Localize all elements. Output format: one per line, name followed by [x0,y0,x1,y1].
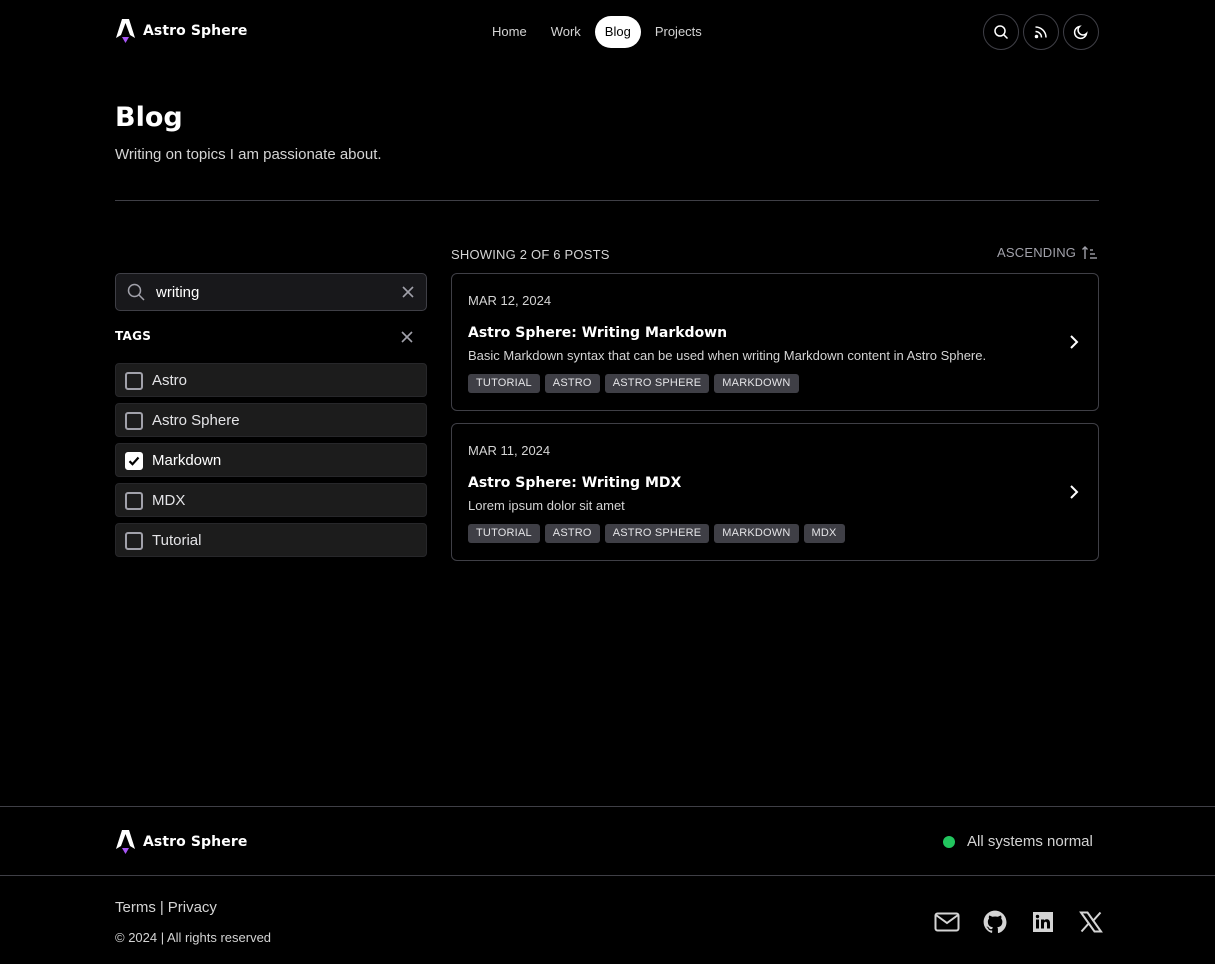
linkedin-icon [1033,912,1053,932]
github-link[interactable] [981,908,1009,936]
tag-list: Astro Astro Sphere Markdown MDX Tutorial [115,363,427,563]
divider [115,200,1099,201]
post-title: Astro Sphere: Writing Markdown [468,325,728,341]
sort-ascending-icon [1082,245,1098,259]
brand-link[interactable]: Astro Sphere [115,18,247,44]
post-summary: Basic Markdown syntax that can be used w… [468,348,987,363]
footer-divider [0,806,1215,807]
site-header: Astro Sphere Home Work Blog Projects [0,0,1215,64]
page-title: Blog [115,102,183,133]
checkbox[interactable] [125,372,143,390]
footer-links: Terms | Privacy [115,899,217,916]
tags-heading: TAGS [115,329,152,343]
post-card[interactable]: MAR 11, 2024 Astro Sphere: Writing MDX L… [451,423,1099,561]
linkedin-link[interactable] [1029,908,1057,936]
mail-icon [934,912,960,932]
astro-logo-icon [115,829,136,855]
tag-label: MDX [152,492,186,509]
tag-filter-tutorial[interactable]: Tutorial [115,523,427,557]
search-icon [994,25,1009,40]
social-links [933,908,1105,936]
post-tag: MARKDOWN [714,524,799,543]
page-subtitle: Writing on topics I am passionate about. [115,146,382,163]
footer-divider [0,875,1215,876]
tag-filter-markdown[interactable]: Markdown [115,443,427,477]
main-nav: Home Work Blog Projects [482,16,712,48]
footer-brand-name: Astro Sphere [143,834,248,850]
nav-projects[interactable]: Projects [645,16,712,48]
terms-link[interactable]: Terms [115,899,156,916]
post-date: MAR 12, 2024 [468,293,552,308]
results-count: SHOWING 2 OF 6 POSTS [451,247,610,262]
status-dot-icon [943,835,955,848]
status-text: All systems normal [967,833,1093,850]
close-icon [402,286,414,298]
chevron-right-icon [1070,335,1079,349]
search-input[interactable] [156,274,386,310]
post-tag: ASTRO [544,374,600,393]
copyright: © 2024 | All rights reserved [115,930,272,945]
post-tag: ASTRO SPHERE [604,524,710,543]
github-icon [983,910,1007,934]
clear-tags-button[interactable] [399,329,415,350]
tag-label: Astro [152,372,188,389]
moon-icon [1073,25,1088,40]
clear-search-button[interactable] [400,284,416,305]
post-card[interactable]: MAR 12, 2024 Astro Sphere: Writing Markd… [451,273,1099,411]
rss-icon [1034,26,1047,39]
checkbox[interactable] [125,412,143,430]
search-icon [127,283,145,301]
header-actions [983,14,1099,50]
post-date: MAR 11, 2024 [468,443,551,458]
nav-blog[interactable]: Blog [594,16,641,48]
chevron-right-icon [1070,485,1079,499]
tag-filter-mdx[interactable]: MDX [115,483,427,517]
checkbox-checked[interactable] [125,452,143,470]
post-tag: TUTORIAL [468,524,540,543]
post-title: Astro Sphere: Writing MDX [468,475,682,491]
post-tag: MDX [803,524,845,543]
x-link[interactable] [1077,908,1105,936]
x-icon [1079,911,1103,933]
astro-logo-icon [115,18,136,44]
footer-brand-link[interactable]: Astro Sphere [115,829,247,855]
tag-filter-astro[interactable]: Astro [115,363,427,397]
privacy-link[interactable]: Privacy [168,899,217,916]
checkmark-icon [128,456,140,466]
nav-home[interactable]: Home [482,16,537,48]
checkbox[interactable] [125,532,143,550]
search-field [115,273,427,311]
close-icon [401,331,413,343]
post-tag: TUTORIAL [468,374,540,393]
search-button[interactable] [983,14,1019,50]
post-tag: ASTRO [544,524,600,543]
sort-label: ASCENDING [997,245,1077,260]
tag-filter-astro-sphere[interactable]: Astro Sphere [115,403,427,437]
system-status: All systems normal [943,833,1093,850]
post-tags: TUTORIAL ASTRO ASTRO SPHERE MARKDOWN MDX [468,524,845,543]
checkbox[interactable] [125,492,143,510]
tag-label: Markdown [152,452,222,469]
rss-button[interactable] [1023,14,1059,50]
nav-work[interactable]: Work [541,16,591,48]
tag-label: Tutorial [152,532,202,549]
sort-toggle-button[interactable]: ASCENDING [997,245,1098,260]
post-tag: ASTRO SPHERE [604,374,710,393]
post-summary: Lorem ipsum dolor sit amet [468,498,625,513]
post-tags: TUTORIAL ASTRO ASTRO SPHERE MARKDOWN [468,374,799,393]
brand-name: Astro Sphere [143,23,248,39]
theme-toggle-button[interactable] [1063,14,1099,50]
email-link[interactable] [933,908,961,936]
tag-label: Astro Sphere [152,412,240,429]
link-separator: | [159,899,164,916]
post-tag: MARKDOWN [714,374,799,393]
